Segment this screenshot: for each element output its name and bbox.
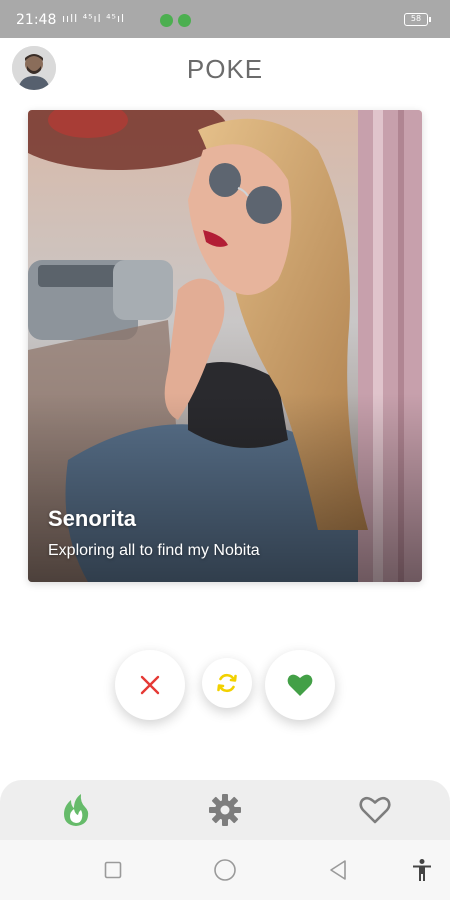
recent-apps-button[interactable] xyxy=(101,858,125,882)
recent-apps-icon xyxy=(104,861,122,879)
profile-name: Senorita xyxy=(48,506,137,531)
close-icon xyxy=(140,675,160,695)
back-icon xyxy=(330,860,346,880)
nav-settings[interactable] xyxy=(205,790,245,830)
heart-outline-icon xyxy=(359,796,391,824)
accessibility-button[interactable] xyxy=(410,858,434,882)
app-header: POKE xyxy=(0,38,450,102)
app-notification-icon xyxy=(160,14,173,27)
bottom-navigation xyxy=(0,780,450,840)
status-bar: 21:48 ııll ⁴⁵ıl ⁴⁵ıl 58 xyxy=(0,0,450,38)
dislike-button[interactable] xyxy=(115,650,185,720)
heart-icon xyxy=(287,674,313,696)
home-button[interactable] xyxy=(213,858,237,882)
signal-indicator: ııll ⁴⁵ıl ⁴⁵ıl xyxy=(62,12,126,25)
accessibility-icon xyxy=(413,859,431,881)
whatsapp-notification-icon xyxy=(178,14,191,27)
battery-icon: 58 xyxy=(404,13,431,26)
status-time: 21:48 xyxy=(16,12,57,28)
nav-discover[interactable] xyxy=(56,790,96,830)
flame-icon xyxy=(64,794,89,826)
home-icon xyxy=(214,859,236,881)
like-button[interactable] xyxy=(265,650,335,720)
profile-bio: Exploring all to find my Nobita xyxy=(48,542,260,559)
rewind-button[interactable] xyxy=(202,658,252,708)
refresh-icon xyxy=(217,673,237,693)
system-navigation xyxy=(0,840,450,900)
gear-icon xyxy=(209,794,241,826)
nav-matches[interactable] xyxy=(355,790,395,830)
back-button[interactable] xyxy=(326,858,350,882)
page-title: POKE xyxy=(186,54,264,84)
profile-card[interactable]: Senorita Exploring all to find my Nobita xyxy=(28,110,422,582)
